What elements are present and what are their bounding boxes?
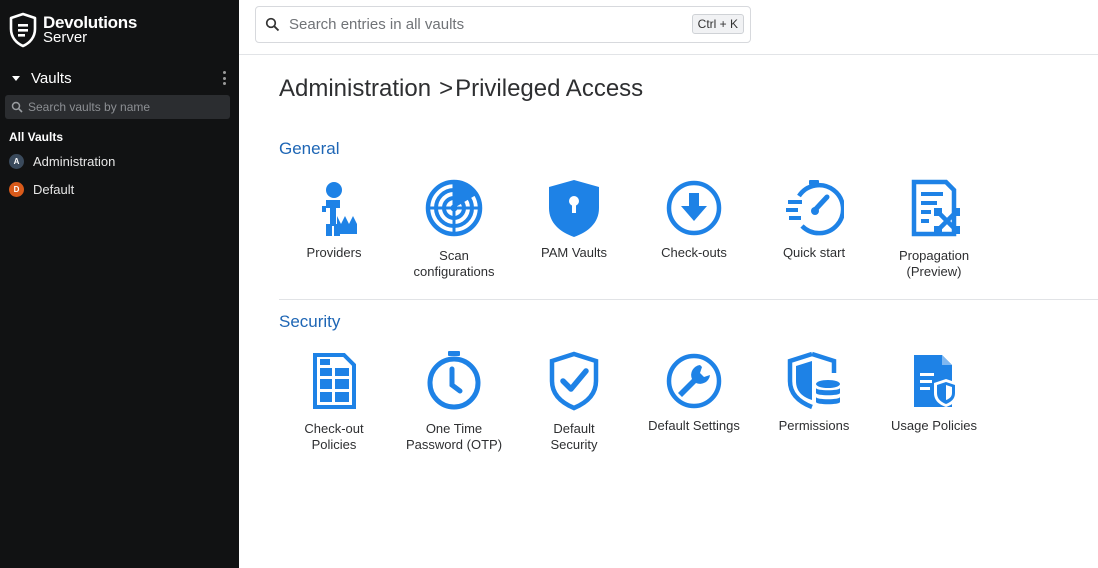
tile-scan-configurations[interactable]: Scan configurations <box>394 178 514 286</box>
brand-product: Server <box>43 28 88 46</box>
tile-label: Quick start <box>782 245 846 260</box>
propagation-icon <box>904 178 964 238</box>
tile-label: Scan configurations <box>413 248 495 279</box>
more-vertical-icon[interactable] <box>222 71 226 85</box>
tile-providers[interactable]: Providers <box>274 178 394 286</box>
section-title-general: General <box>279 139 340 158</box>
tile-label: Default Security <box>550 421 598 452</box>
scan-configurations-icon <box>424 178 484 238</box>
section-divider <box>279 299 1098 300</box>
caret-down-icon[interactable] <box>12 75 20 81</box>
default-security-icon <box>544 351 604 411</box>
breadcrumb-parent[interactable]: Administration <box>279 75 431 102</box>
check-outs-icon <box>664 178 724 238</box>
default-settings-icon <box>664 351 724 411</box>
vault-search-input[interactable] <box>28 100 228 114</box>
quick-start-icon <box>784 178 846 238</box>
permissions-icon <box>784 351 844 411</box>
tile-default-security[interactable]: Default Security <box>514 351 634 459</box>
brand[interactable]: Devolutions Server <box>8 12 137 48</box>
check-out-policies-icon <box>304 351 364 411</box>
sidebar: Devolutions Server Vaults All Vaults A A… <box>0 0 239 568</box>
vault-search <box>5 95 230 119</box>
tile-check-outs[interactable]: Check-outs <box>634 178 754 286</box>
tile-label: PAM Vaults <box>541 245 607 260</box>
breadcrumb-separator: > <box>439 75 454 102</box>
sidebar-item-label: Administration <box>33 153 116 169</box>
usage-policies-icon <box>904 351 964 411</box>
tile-pam-vaults[interactable]: PAM Vaults <box>514 178 634 286</box>
sidebar-item-administration[interactable]: A Administration <box>9 153 115 169</box>
global-search[interactable]: Ctrl + K <box>255 6 751 43</box>
tile-label: Usage Policies <box>891 418 977 433</box>
tile-permissions[interactable]: Permissions <box>754 351 874 459</box>
tile-label: Default Settings <box>648 418 740 433</box>
tile-quick-start[interactable]: Quick start <box>754 178 874 286</box>
otp-icon <box>424 351 484 411</box>
tile-label: One Time Password (OTP) <box>405 421 503 452</box>
search-icon <box>11 101 23 113</box>
tile-otp[interactable]: One Time Password (OTP) <box>394 351 514 459</box>
tile-usage-policies[interactable]: Usage Policies <box>874 351 994 459</box>
global-search-input[interactable] <box>289 16 679 33</box>
vault-avatar: D <box>9 181 24 197</box>
tile-label: Propagation (Preview) <box>898 248 970 279</box>
tile-label: Permissions <box>778 418 850 433</box>
vaults-header[interactable]: Vaults <box>10 69 232 87</box>
page-title: Privileged Access <box>455 75 644 102</box>
all-vaults-link[interactable]: All Vaults <box>9 130 63 144</box>
sidebar-item-default[interactable]: D Default <box>9 181 74 197</box>
devolutions-logo-icon <box>9 12 37 48</box>
search-icon <box>265 17 280 32</box>
vaults-title: Vaults <box>31 69 72 87</box>
providers-icon <box>304 178 364 238</box>
tile-default-settings[interactable]: Default Settings <box>634 351 754 459</box>
sidebar-item-label: Default <box>33 181 75 197</box>
vault-avatar: A <box>9 153 24 169</box>
tile-propagation[interactable]: Propagation (Preview) <box>874 178 994 286</box>
tile-label: Check-outs <box>661 245 727 260</box>
pam-vaults-icon <box>544 178 604 238</box>
section-title-security: Security <box>279 312 341 331</box>
tile-label: Providers <box>306 245 362 260</box>
brand-name: Devolutions <box>43 12 137 32</box>
breadcrumb: Administration >Privileged Access <box>279 75 643 103</box>
tile-label: Check-out Policies <box>304 421 364 452</box>
shortcut-hint: Ctrl + K <box>691 14 744 34</box>
top-bar: Ctrl + K <box>239 0 1098 55</box>
tile-check-out-policies[interactable]: Check-out Policies <box>274 351 394 459</box>
